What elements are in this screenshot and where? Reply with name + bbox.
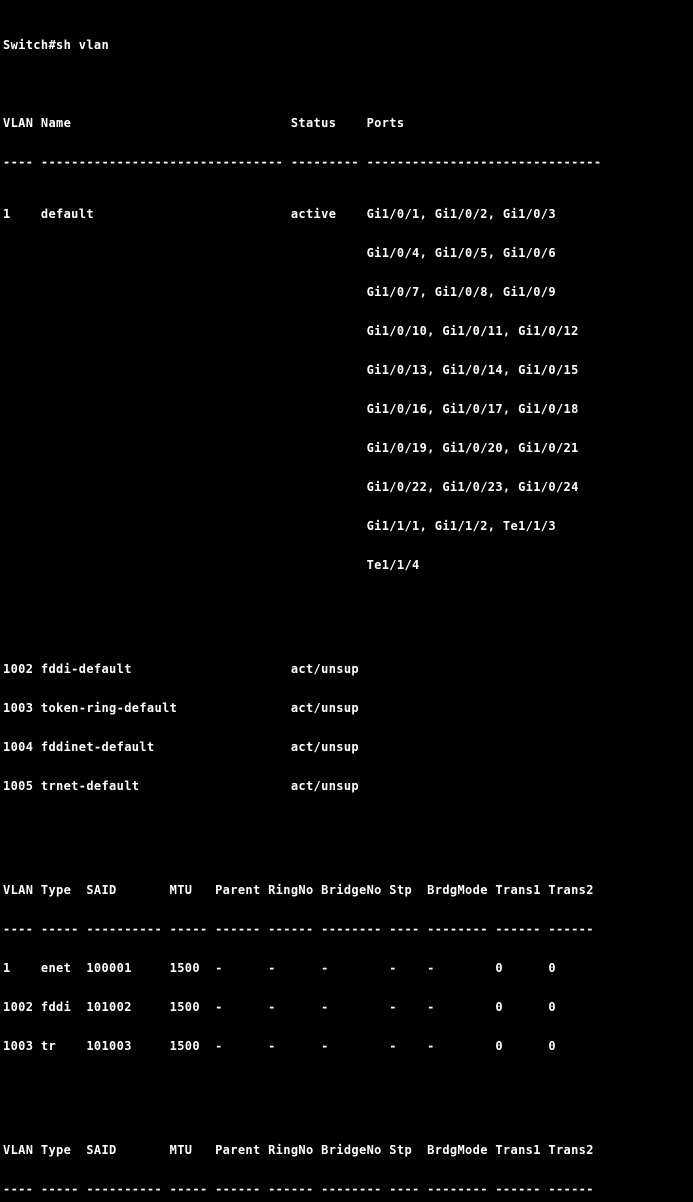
- said-table-1-row-1: 1 enet 100001 1500 - - - - - 0 0: [3, 961, 556, 975]
- vlan-row-1-line-3: Gi1/0/10, Gi1/0/11, Gi1/0/12: [3, 324, 579, 338]
- vlan-row-1-line-6: Gi1/0/19, Gi1/0/20, Gi1/0/21: [3, 441, 579, 455]
- said-table-1-header: VLAN Type SAID MTU Parent RingNo BridgeN…: [3, 883, 594, 897]
- vlan-row-1-main: 1 default active Gi1/0/1, Gi1/0/2, Gi1/0…: [3, 207, 556, 221]
- vlan-row-1002: 1002 fddi-default act/unsup: [3, 662, 360, 676]
- vlan-row-1-line-0: 1 default active Gi1/0/1, Gi1/0/2, Gi1/0…: [3, 208, 693, 221]
- vlan-row-1004: 1004 fddinet-default act/unsup: [3, 740, 360, 754]
- vlan-row-1-line-2: Gi1/0/7, Gi1/0/8, Gi1/0/9: [3, 285, 556, 299]
- said-table-2-separator: ---- ----- ---------- ----- ------ -----…: [3, 1182, 594, 1196]
- vlan-row-1-line-8: Gi1/1/1, Gi1/1/2, Te1/1/3: [3, 519, 556, 533]
- vlan-row-1003: 1003 token-ring-default act/unsup: [3, 701, 360, 715]
- vlan-row-1-line-5: Gi1/0/16, Gi1/0/17, Gi1/0/18: [3, 402, 579, 416]
- command-line-sh-vlan: Switch#sh vlan: [3, 38, 110, 52]
- said-table-2-header: VLAN Type SAID MTU Parent RingNo BridgeN…: [3, 1143, 594, 1157]
- said-table-1-row-1002: 1002 fddi 101002 1500 - - - - - 0 0: [3, 1000, 556, 1014]
- vlan-row-1-line-1: Gi1/0/4, Gi1/0/5, Gi1/0/6: [3, 246, 556, 260]
- terminal-window[interactable]: Switch#sh vlan VLAN Name Status Ports --…: [0, 0, 693, 1196]
- vlan-table-header: VLAN Name Status Ports: [3, 116, 405, 130]
- vlan-row-1-line-4: Gi1/0/13, Gi1/0/14, Gi1/0/15: [3, 363, 579, 377]
- terminal-screen: Switch#sh vlan VLAN Name Status Ports --…: [3, 0, 693, 1202]
- said-table-1-separator: ---- ----- ---------- ----- ------ -----…: [3, 922, 594, 936]
- vlan-row-1005: 1005 trnet-default act/unsup: [3, 779, 360, 793]
- vlan-row-1-line-9: Te1/1/4: [3, 558, 420, 572]
- vlan-row-1-line-7: Gi1/0/22, Gi1/0/23, Gi1/0/24: [3, 480, 579, 494]
- vlan-table-separator: ---- -------------------------------- --…: [3, 155, 602, 169]
- said-table-1-row-1003: 1003 tr 101003 1500 - - - - - 0 0: [3, 1039, 556, 1053]
